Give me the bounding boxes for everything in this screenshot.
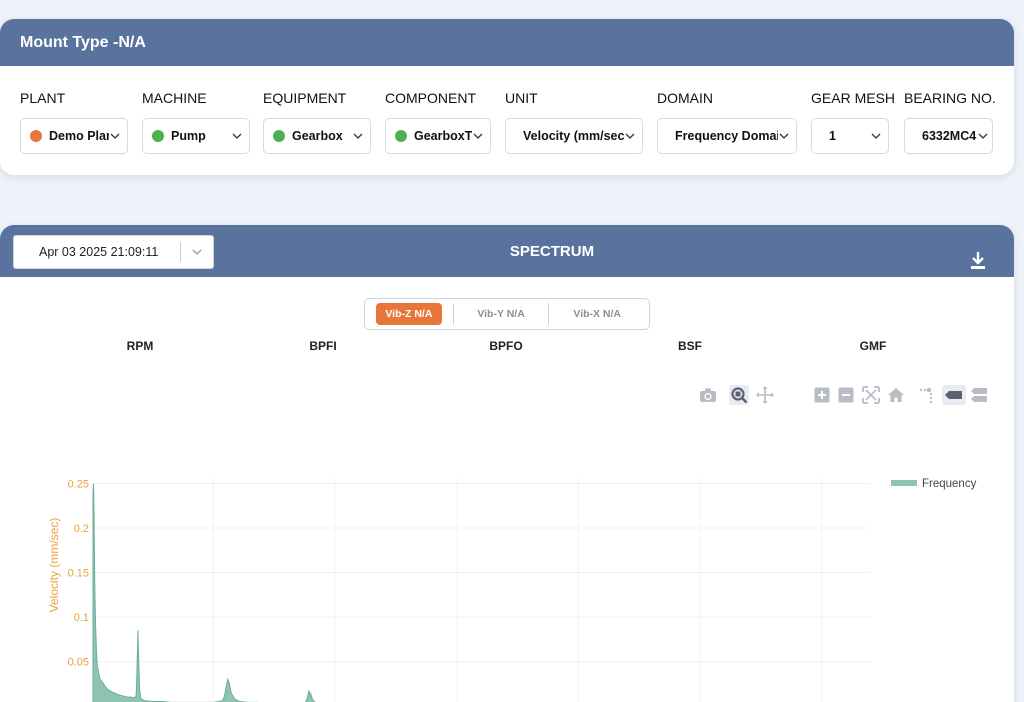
equipment-select[interactable]: Gearbox xyxy=(263,118,371,154)
spike-lines-icon[interactable] xyxy=(918,385,938,405)
select-value: Frequency Domain xyxy=(675,129,778,143)
filter-label: COMPONENT xyxy=(385,90,476,106)
filter-label: EQUIPMENT xyxy=(263,90,347,106)
y-tick-label: 0.15 xyxy=(68,567,89,579)
reset-axes-icon[interactable] xyxy=(886,385,906,405)
filter-domain: DOMAIN Frequency Domain xyxy=(657,89,797,154)
select-value: Pump xyxy=(171,129,206,143)
filter-label: PLANT xyxy=(20,90,66,106)
camera-icon[interactable] xyxy=(698,385,718,405)
select-value: Demo Plant xyxy=(49,129,109,143)
chevron-down-icon xyxy=(109,130,121,142)
domain-select[interactable]: Frequency Domain xyxy=(657,118,797,154)
select-value: Gearbox xyxy=(292,129,343,143)
filter-unit: UNIT Velocity (mm/sec) xyxy=(505,89,643,154)
freq-label-bpfi: BPFI xyxy=(309,339,337,353)
y-tick-label: 0.2 xyxy=(74,523,89,535)
filter-machine: MACHINE Pump xyxy=(142,89,250,154)
chart-svg: 0.25 0.2 0.15 0.1 0.05 Velocity (mm/sec) Frequ… xyxy=(47,478,977,702)
status-dot-icon xyxy=(395,130,407,142)
chevron-down-icon xyxy=(624,130,636,142)
freq-label-gmf: GMF xyxy=(859,339,887,353)
zoom-in-icon[interactable] xyxy=(812,385,832,405)
filter-equipment: EQUIPMENT Gearbox xyxy=(263,89,371,154)
hover-compare-icon[interactable] xyxy=(968,385,990,405)
mount-title: Mount Type -N/A xyxy=(20,34,146,51)
freq-label-rpm: RPM xyxy=(126,339,154,353)
zoom-out-icon[interactable] xyxy=(836,385,856,405)
hover-closest-icon[interactable] xyxy=(942,385,966,405)
filter-plant: PLANT Demo Plant xyxy=(20,89,128,154)
y-tick-label: 0.1 xyxy=(74,612,89,624)
frequency-markers: RPM BPFI BPFO BSF GMF xyxy=(0,339,1014,355)
filter-gear-mesh: GEAR MESH 1 xyxy=(811,89,896,154)
filter-label: DOMAIN xyxy=(657,90,713,106)
autoscale-icon[interactable] xyxy=(861,385,881,405)
select-value: 6332MC4 xyxy=(922,129,977,143)
status-dot-icon xyxy=(30,130,42,142)
gear-mesh-select[interactable]: 1 xyxy=(811,118,889,154)
chevron-down-icon xyxy=(352,130,364,142)
pan-icon[interactable] xyxy=(755,385,775,405)
vibration-tabs: Vib-Z N/A Vib-Y N/A Vib-X N/A xyxy=(364,298,650,330)
y-tick-label: 0.25 xyxy=(68,478,89,490)
chevron-down-icon xyxy=(977,130,989,142)
spectrum-header: Apr 03 2025 21:09:11 SPECTRUM xyxy=(0,225,1014,277)
tab-vib-x[interactable]: Vib-X N/A xyxy=(549,303,645,325)
plant-select[interactable]: Demo Plant xyxy=(20,118,128,154)
status-dot-icon xyxy=(273,130,285,142)
y-axis-label: Velocity (mm/sec) xyxy=(47,518,61,613)
filter-label: BEARING NO. xyxy=(904,90,996,106)
chevron-down-icon xyxy=(231,130,243,142)
spectrum-card: Apr 03 2025 21:09:11 SPECTRUM Vib-Z N/A … xyxy=(0,225,1014,702)
chevron-down-icon xyxy=(870,130,882,142)
legend-swatch xyxy=(891,480,917,486)
component-select[interactable]: GearboxT3 xyxy=(385,118,491,154)
chevron-down-icon xyxy=(778,130,790,142)
filter-component: COMPONENT GearboxT3 xyxy=(385,89,491,154)
legend-label: Frequency xyxy=(922,478,977,490)
chart-toolbar xyxy=(0,385,1014,407)
freq-label-bpfo: BPFO xyxy=(489,339,523,353)
filter-bearing: BEARING NO. 6332MC4 xyxy=(904,89,996,154)
filter-bar: PLANT Demo Plant MACHINE Pump EQUIPMENT … xyxy=(20,89,1014,159)
mount-card: Mount Type -N/A PLANT Demo Plant MACHINE… xyxy=(0,19,1014,175)
y-tick-label: 0.05 xyxy=(68,656,89,668)
mount-header: Mount Type -N/A xyxy=(0,19,1014,66)
select-value: 1 xyxy=(829,129,836,143)
unit-select[interactable]: Velocity (mm/sec) xyxy=(505,118,643,154)
download-icon[interactable] xyxy=(966,249,990,273)
zoom-icon[interactable] xyxy=(729,385,749,405)
filter-label: GEAR MESH xyxy=(811,90,896,106)
spectrum-title: SPECTRUM xyxy=(509,243,595,260)
tab-vib-y[interactable]: Vib-Y N/A xyxy=(454,303,549,325)
filter-label: MACHINE xyxy=(142,90,207,106)
freq-label-bsf: BSF xyxy=(678,339,702,353)
machine-select[interactable]: Pump xyxy=(142,118,250,154)
select-value: Velocity (mm/sec) xyxy=(523,129,624,143)
bearing-select[interactable]: 6332MC4 xyxy=(904,118,993,154)
select-value: GearboxT3 xyxy=(414,129,472,143)
spectrum-chart: 0.25 0.2 0.15 0.1 0.05 Velocity (mm/sec) Frequ… xyxy=(0,465,1014,702)
filter-label: UNIT xyxy=(505,90,538,106)
tab-vib-z[interactable]: Vib-Z N/A xyxy=(376,303,442,325)
chevron-down-icon xyxy=(472,130,484,142)
status-dot-icon xyxy=(152,130,164,142)
series-frequency-area xyxy=(92,483,317,702)
